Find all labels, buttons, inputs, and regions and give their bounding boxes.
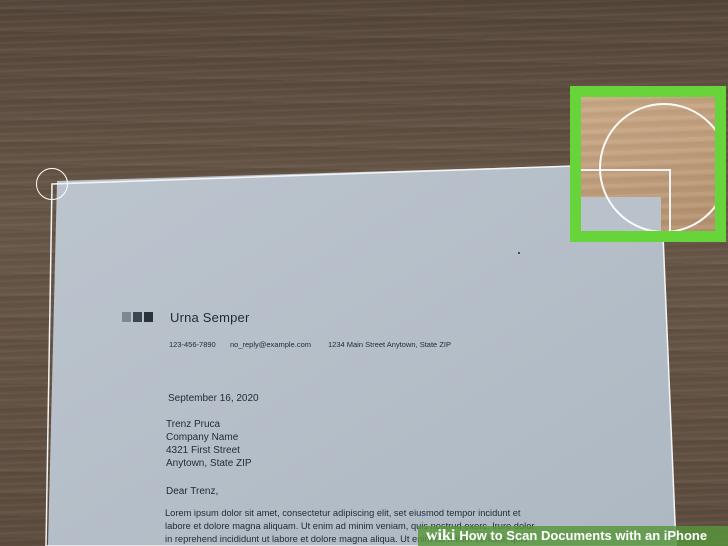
letter-greeting: Dear Trenz, bbox=[166, 486, 219, 497]
watermark-title: How to Scan Documents with an iPhone bbox=[459, 528, 708, 543]
recipient-city: Anytown, State ZIP bbox=[166, 458, 252, 469]
recipient-name: Trenz Pruca bbox=[166, 419, 221, 430]
recipient-street: 4321 First Street bbox=[166, 445, 240, 456]
sender-email: no_reply@example.com bbox=[230, 340, 311, 349]
logo-square-2 bbox=[133, 312, 142, 322]
magnifier-loupe bbox=[570, 86, 726, 242]
paper-speck bbox=[518, 252, 520, 254]
sender-name: Urna Semper bbox=[170, 310, 250, 325]
scanned-document bbox=[45, 162, 677, 546]
watermark-bar: wiki How to Scan Documents with an iPhone bbox=[418, 526, 728, 546]
sender-logo bbox=[122, 312, 153, 322]
sender-phone: 123-456-7890 bbox=[169, 340, 216, 349]
wikihow-logo: wiki bbox=[426, 527, 456, 544]
body-line: Lorem ipsum dolor sit amet, consectetur … bbox=[165, 508, 521, 518]
sender-address: 1234 Main Street Anytown, State ZIP bbox=[328, 340, 451, 349]
recipient-company: Company Name bbox=[166, 432, 239, 443]
logo-square-1 bbox=[122, 312, 131, 322]
logo-square-3 bbox=[144, 312, 153, 322]
crop-corner-handle-top-right[interactable] bbox=[599, 103, 715, 231]
letter-date: September 16, 2020 bbox=[168, 393, 259, 404]
crop-corner-handle-top-left[interactable] bbox=[36, 168, 68, 200]
